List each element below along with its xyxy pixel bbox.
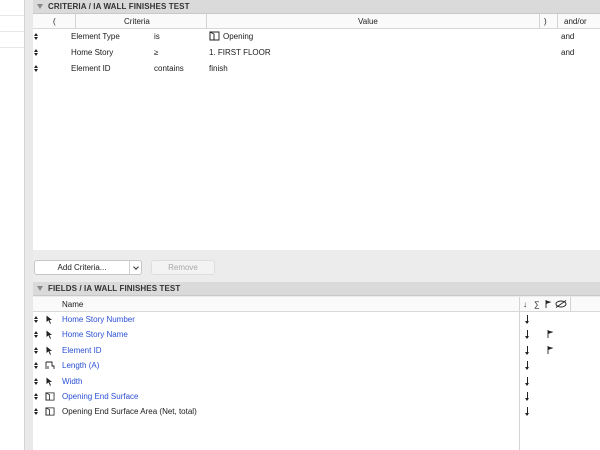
add-criteria-button[interactable]: Add Criteria...: [34, 260, 142, 275]
add-criteria-label: Add Criteria...: [57, 263, 107, 272]
remove-button[interactable]: Remove: [151, 260, 215, 275]
field-row[interactable]: Home Story Name: [33, 327, 600, 342]
scheme-list[interactable]: [0, 0, 25, 450]
col-criteria[interactable]: Criteria: [124, 17, 150, 26]
criteria-operator[interactable]: is: [154, 32, 160, 41]
list-row[interactable]: [0, 32, 24, 48]
hidden-eye-icon[interactable]: [555, 300, 567, 308]
criteria-operator[interactable]: ≥: [154, 48, 158, 57]
col-paren-close[interactable]: ): [544, 17, 547, 26]
field-row[interactable]: Element ID: [33, 343, 600, 358]
field-name[interactable]: Opening End Surface Area (Net, total): [62, 407, 197, 416]
fields-section-header[interactable]: FIELDS / IA WALL FINISHES TEST: [33, 282, 600, 296]
disclosure-triangle-icon[interactable]: [37, 4, 43, 9]
chevron-down-icon: [132, 263, 139, 270]
cursor-icon: [46, 346, 52, 355]
criteria-section-header[interactable]: CRITERIA / IA WALL FINISHES TEST: [33, 0, 600, 14]
sort-arrow-icon[interactable]: [525, 361, 531, 371]
add-criteria-dropdown[interactable]: [129, 261, 141, 274]
criteria-and-or[interactable]: and: [561, 48, 574, 57]
field-name[interactable]: Opening End Surface: [62, 392, 139, 401]
col-paren-open[interactable]: (: [53, 17, 56, 26]
criteria-and-or[interactable]: and: [561, 32, 574, 41]
field-row[interactable]: Opening End Surface: [33, 389, 600, 404]
criteria-table: ( Criteria Value ) and/or Element Type i…: [33, 14, 600, 250]
cursor-icon: [46, 315, 52, 324]
sort-arrow-icon[interactable]: [525, 391, 531, 402]
field-name[interactable]: Width: [62, 377, 82, 386]
opening-icon: [45, 407, 55, 416]
flag-icon[interactable]: [545, 300, 552, 308]
opening-icon: [45, 392, 55, 401]
length-icon: [45, 361, 55, 370]
criteria-value[interactable]: 1. FIRST FLOOR: [209, 48, 271, 57]
opening-icon: [209, 31, 220, 41]
criteria-value[interactable]: finish: [209, 64, 228, 73]
col-name[interactable]: Name: [62, 300, 83, 309]
flag-icon[interactable]: [547, 345, 554, 354]
criteria-element[interactable]: Home Story: [71, 48, 113, 57]
fields-header-row: Name ↓ ∑: [33, 297, 600, 312]
field-row[interactable]: Width: [33, 374, 600, 389]
field-name[interactable]: Home Story Name: [62, 330, 128, 339]
field-row[interactable]: Home Story Number: [33, 312, 600, 327]
field-row[interactable]: Opening End Surface Area (Net, total): [33, 404, 600, 419]
criteria-row[interactable]: Element Type is Opening and: [33, 29, 600, 45]
col-and-or[interactable]: and/or: [564, 17, 587, 26]
left-panel: [0, 0, 33, 450]
sort-arrow-icon[interactable]: [525, 315, 531, 325]
field-row[interactable]: Length (A): [33, 358, 600, 373]
criteria-row[interactable]: Element ID contains finish: [33, 61, 600, 77]
field-name[interactable]: Home Story Number: [62, 315, 135, 324]
flag-icon[interactable]: [547, 330, 554, 339]
column-divider: [519, 312, 520, 450]
reorder-handle-icon[interactable]: [34, 65, 39, 72]
sort-arrow-icon[interactable]: [525, 345, 531, 356]
list-row[interactable]: [0, 0, 24, 16]
field-name[interactable]: Element ID: [62, 346, 102, 355]
criteria-header-row: ( Criteria Value ) and/or: [33, 14, 600, 29]
reorder-handle-icon[interactable]: [34, 393, 39, 400]
reorder-handle-icon[interactable]: [34, 33, 39, 40]
cursor-icon: [46, 330, 52, 340]
criteria-element[interactable]: Element Type: [71, 32, 120, 41]
list-row[interactable]: [0, 16, 24, 32]
sort-arrow-icon[interactable]: [525, 376, 531, 387]
criteria-element[interactable]: Element ID: [71, 64, 111, 73]
col-sort[interactable]: ↓: [523, 300, 527, 309]
reorder-handle-icon[interactable]: [34, 378, 39, 385]
sort-arrow-icon[interactable]: [525, 330, 531, 340]
criteria-value[interactable]: Opening: [223, 32, 253, 41]
criteria-row[interactable]: Home Story ≥ 1. FIRST FLOOR and: [33, 45, 600, 61]
col-value[interactable]: Value: [358, 17, 378, 26]
reorder-handle-icon[interactable]: [34, 408, 39, 415]
reorder-handle-icon[interactable]: [34, 331, 39, 338]
criteria-button-bar: Add Criteria... Remove: [33, 250, 600, 282]
disclosure-triangle-icon[interactable]: [37, 286, 43, 291]
criteria-operator[interactable]: contains: [154, 64, 184, 73]
reorder-handle-icon[interactable]: [34, 316, 39, 323]
reorder-handle-icon[interactable]: [34, 362, 39, 369]
fields-title: FIELDS / IA WALL FINISHES TEST: [48, 284, 181, 293]
criteria-title: CRITERIA / IA WALL FINISHES TEST: [48, 2, 190, 11]
fields-table: Name ↓ ∑ Home Story Number Home Story Na…: [33, 297, 600, 450]
col-sum[interactable]: ∑: [534, 300, 540, 309]
sort-arrow-icon[interactable]: [525, 407, 531, 417]
field-name[interactable]: Length (A): [62, 361, 99, 370]
reorder-handle-icon[interactable]: [34, 49, 39, 56]
reorder-handle-icon[interactable]: [34, 347, 39, 354]
cursor-icon: [46, 377, 52, 386]
